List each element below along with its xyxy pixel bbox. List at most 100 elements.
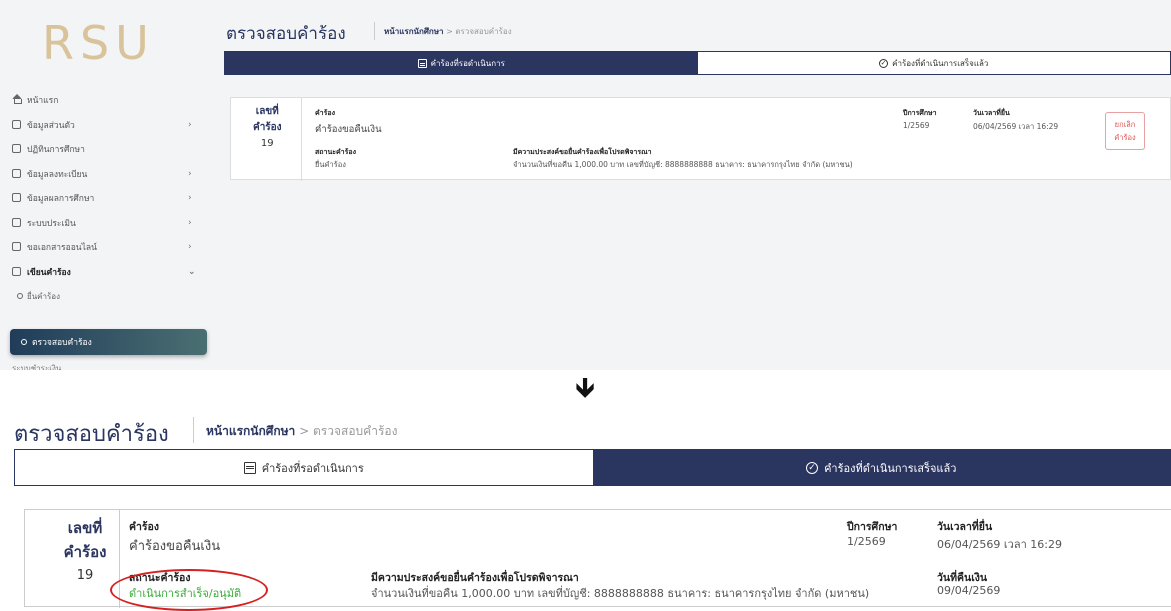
sidebar-item-write-request[interactable]: เขียนคำร้อง ⌄ <box>0 260 214 285</box>
grades-icon <box>12 193 21 202</box>
breadcrumb-home[interactable]: หน้าแรกนักศึกษา <box>384 27 444 36</box>
refund-date: 09/04/2569 <box>937 584 1001 597</box>
breadcrumb-current: ตรวจสอบคำร้อง <box>313 424 398 438</box>
tab-label: คำร้องที่รอดำเนินการ <box>430 58 505 68</box>
top-screenshot: RSU หน้าแรก ข้อมูลส่วนตัว › ปฏิทินการศึกษ… <box>0 0 1171 370</box>
rsu-logo: RSU <box>42 16 155 70</box>
sidebar-item-registration[interactable]: ข้อมูลลงทะเบียน › <box>0 162 214 187</box>
tab-label: คำร้องที่รอดำเนินการ <box>261 461 364 475</box>
title-divider <box>374 22 375 40</box>
submit-date: 06/04/2569 เวลา 16:29 <box>937 538 1062 551</box>
circle-icon <box>21 339 27 345</box>
request-type: คำร้องขอคืนเงิน <box>129 539 221 554</box>
sidebar-item-cut[interactable]: ระบบชำระเงิน <box>12 362 61 370</box>
title-divider <box>193 417 194 443</box>
document-icon <box>12 242 21 251</box>
tab-label: คำร้องที่ดำเนินการเสร็จแล้ว <box>892 58 989 68</box>
bottom-screenshot: ตรวจสอบคำร้อง หน้าแรกนักศึกษา > ตรวจสอบค… <box>0 404 1171 611</box>
request-number-label: คำร้อง <box>63 543 107 561</box>
sidebar-item-label: ขอเอกสารออนไลน์ <box>27 243 97 254</box>
academic-year: 1/2569 <box>847 535 886 548</box>
chevron-down-icon: ⌄ <box>188 266 196 277</box>
tab-completed[interactable]: ✓ คำร้องที่ดำเนินการเสร็จแล้ว <box>592 450 1170 485</box>
request-tabs: คำร้องที่รอดำเนินการ ✓ คำร้องที่ดำเนินการ… <box>224 51 1171 75</box>
page-title: ตรวจสอบคำร้อง <box>226 24 346 44</box>
register-icon <box>12 168 21 178</box>
request-type: คำร้องขอคืนเงิน <box>315 124 382 135</box>
highlight-circle <box>110 569 268 611</box>
academic-year-label: ปีการศึกษา <box>903 109 937 117</box>
tab-completed[interactable]: ✓ คำร้องที่ดำเนินการเสร็จแล้ว <box>697 52 1170 74</box>
sidebar-item-home[interactable]: หน้าแรก <box>0 88 214 113</box>
status-value: ยื่นคำร้อง <box>315 160 346 169</box>
request-number-label: เลขที่ <box>67 519 103 537</box>
sidebar-item-label: หน้าแรก <box>27 96 59 107</box>
sidebar-item-label: ระบบประเมิน <box>27 218 76 229</box>
home-icon <box>12 94 22 104</box>
tab-label: คำร้องที่ดำเนินการเสร็จแล้ว <box>824 461 957 475</box>
breadcrumb-home[interactable]: หน้าแรกนักศึกษา <box>206 424 295 438</box>
evaluation-icon <box>12 217 21 227</box>
request-number-block: เลขที่คำร้อง 19 <box>253 104 282 152</box>
chevron-right-icon: › <box>188 119 192 130</box>
sidebar-subitem-check-active[interactable]: ตรวจสอบคำร้อง <box>10 329 207 355</box>
submit-date: 06/04/2569 เวลา 16:29 <box>973 122 1059 131</box>
request-type-label: คำร้อง <box>129 521 159 533</box>
circle-icon <box>17 293 23 299</box>
calendar-icon <box>12 144 21 153</box>
page-title: ตรวจสอบคำร้อง <box>14 422 169 447</box>
chevron-right-icon: › <box>188 242 192 253</box>
chevron-right-icon: › <box>188 168 192 179</box>
profile-icon <box>12 119 21 129</box>
sidebar-item-grades[interactable]: ข้อมูลผลการศึกษา › <box>0 186 214 211</box>
sidebar-subitem-label: ตรวจสอบคำร้อง <box>32 338 92 348</box>
academic-year: 1/2569 <box>903 121 930 130</box>
sidebar-item-label: ปฏิทินการศึกษา <box>27 145 85 156</box>
breadcrumb-current: ตรวจสอบคำร้อง <box>455 27 512 36</box>
chevron-right-icon: › <box>188 193 192 204</box>
request-number: 19 <box>76 568 94 583</box>
request-number-block: เลขที่คำร้อง 19 <box>49 516 121 588</box>
sidebar-item-evaluation[interactable]: ระบบประเมิน › <box>0 211 214 236</box>
sidebar-item-profile[interactable]: ข้อมูลส่วนตัว › <box>0 113 214 138</box>
tab-pending[interactable]: คำร้องที่รอดำเนินการ <box>15 450 593 485</box>
sidebar-menu: หน้าแรก ข้อมูลส่วนตัว › ปฏิทินการศึกษา ข้… <box>0 88 214 309</box>
cancel-label: ยกเลิก <box>1114 120 1136 129</box>
check-circle-icon: ✓ <box>879 58 889 68</box>
sidebar-item-label: ข้อมูลลงทะเบียน <box>27 169 88 180</box>
breadcrumb-separator: > <box>446 27 453 36</box>
purpose-value: จำนวนเงินที่ขอคืน 1,000.00 บาท เลขที่บัญ… <box>371 587 870 600</box>
check-circle-icon: ✓ <box>806 461 819 474</box>
request-card: เลขที่ คำร้อง 19 คำร้อง คำร้องขอคืนเงิน สถ… <box>230 97 1171 181</box>
request-number: 19 <box>260 138 274 149</box>
sidebar-item-documents[interactable]: ขอเอกสารออนไลน์ › <box>0 235 214 260</box>
main-panel: ตรวจสอบคำร้อง หน้าแรกนักศึกษา > ตรวจสอบค… <box>214 0 1171 370</box>
request-number-label: คำร้อง <box>253 122 282 133</box>
purpose-value: จำนวนเงินที่ขอคืน 1,000.00 บาท เลขที่บัญ… <box>513 160 853 169</box>
breadcrumb: หน้าแรกนักศึกษา > ตรวจสอบคำร้อง <box>206 422 397 441</box>
arrow-down-icon: 🡻 <box>575 371 596 404</box>
purpose-label: มีความประสงค์ขอยื่นคำร้องเพื่อโปรดพิจารณ… <box>513 148 652 156</box>
sidebar-item-label: ข้อมูลผลการศึกษา <box>27 194 95 205</box>
breadcrumb-separator: > <box>299 424 310 438</box>
request-tabs: คำร้องที่รอดำเนินการ ✓ คำร้องที่ดำเนินการ… <box>14 449 1171 486</box>
status-label: สถานะคำร้อง <box>315 148 356 156</box>
sidebar-subitem-label: ยื่นคำร้อง <box>27 291 61 301</box>
sidebar-item-calendar[interactable]: ปฏิทินการศึกษา <box>0 137 214 162</box>
submit-date-label: วันเวลาที่ยื่น <box>937 521 993 533</box>
tab-pending[interactable]: คำร้องที่รอดำเนินการ <box>225 52 698 74</box>
sidebar-subitem-submit[interactable]: ยื่นคำร้อง <box>0 284 214 309</box>
sidebar-item-label: ข้อมูลส่วนตัว <box>27 120 75 131</box>
request-type-label: คำร้อง <box>315 109 335 117</box>
sidebar: RSU หน้าแรก ข้อมูลส่วนตัว › ปฏิทินการศึกษ… <box>0 0 214 370</box>
cancel-label: คำร้อง <box>1114 133 1136 142</box>
request-number-label: เลขที่ <box>255 106 279 117</box>
list-icon <box>417 58 427 68</box>
write-icon <box>12 266 21 276</box>
academic-year-label: ปีการศึกษา <box>847 521 898 533</box>
sidebar-item-label: เขียนคำร้อง <box>27 267 71 278</box>
chevron-right-icon: › <box>188 217 192 228</box>
divider <box>301 98 302 181</box>
cancel-request-button[interactable]: ยกเลิกคำร้อง <box>1105 112 1145 150</box>
breadcrumb: หน้าแรกนักศึกษา > ตรวจสอบคำร้อง <box>384 25 512 38</box>
